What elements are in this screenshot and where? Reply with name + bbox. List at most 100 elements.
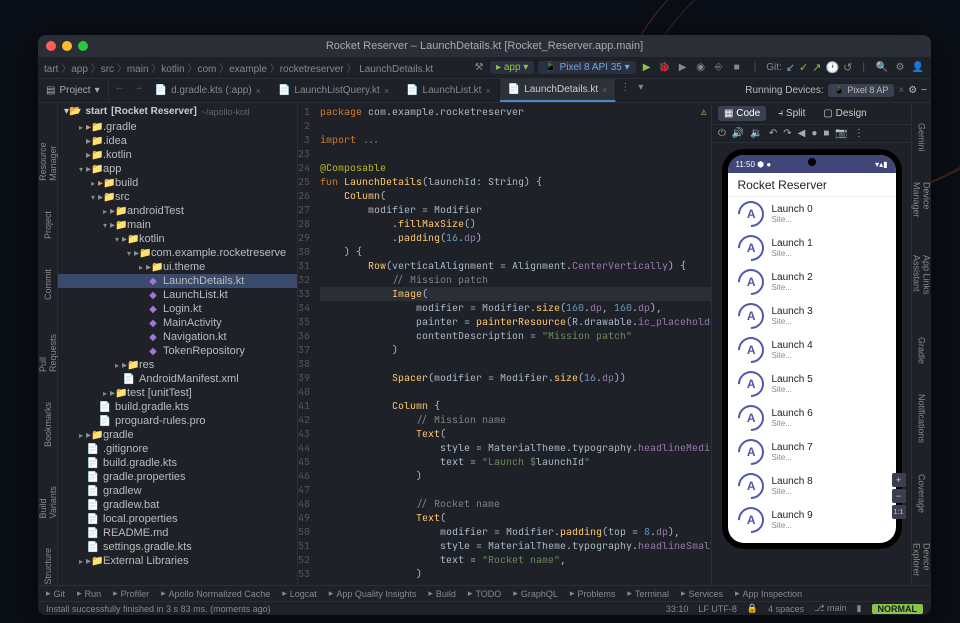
tree-row[interactable]: ▸▸📁.gradle xyxy=(58,120,297,134)
tool-tab[interactable]: App Links Assistant xyxy=(912,255,932,307)
zoom-ratio[interactable]: 1:1 xyxy=(892,505,906,519)
tree-row[interactable]: ▸▸📁androidTest xyxy=(58,204,297,218)
launch-list-item[interactable]: ALaunch 7Site... xyxy=(728,435,896,469)
nav-back-icon[interactable]: ← xyxy=(109,79,131,102)
tree-row[interactable]: ▸▸📁gradle xyxy=(58,428,297,442)
overview-icon[interactable]: ■ xyxy=(823,128,829,139)
device-selector[interactable]: 📱 Pixel 8 API 35 ▾ xyxy=(538,61,635,74)
launch-list-item[interactable]: ALaunch 2Site... xyxy=(728,265,896,299)
minimize-window-icon[interactable] xyxy=(62,41,72,51)
breadcrumb-item[interactable]: LaunchDetails.kt xyxy=(359,64,433,75)
tree-row[interactable]: ▾▸📁main xyxy=(58,218,297,232)
project-root-row[interactable]: ▾📂 start [Rocket Reserver] ~/apollo-kotl xyxy=(58,103,297,120)
screenshot-icon[interactable]: 📷 xyxy=(835,128,847,139)
tree-row[interactable]: ▾▸📁src xyxy=(58,190,297,204)
tree-row[interactable]: 📄gradlew xyxy=(58,484,297,498)
breadcrumb-item[interactable]: example xyxy=(229,64,267,75)
more-icon[interactable]: ⋮ xyxy=(854,128,864,139)
bottom-tool[interactable]: ▸Run xyxy=(77,588,101,599)
close-window-icon[interactable] xyxy=(46,41,56,51)
bottom-tool[interactable]: ▸GraphQL xyxy=(513,588,558,599)
git-branch[interactable]: ⎇ main xyxy=(814,603,846,614)
breadcrumb-item[interactable]: src xyxy=(101,64,114,75)
tree-row[interactable]: ▸▸📁External Libraries xyxy=(58,554,297,568)
lock-icon[interactable]: 🔒 xyxy=(747,603,758,614)
editor-tab[interactable]: 📄LaunchListQuery.kt× xyxy=(270,79,398,102)
tree-row[interactable]: ▾▸📁com.example.rocketreserve xyxy=(58,246,297,260)
bottom-tool[interactable]: ▸Problems xyxy=(570,588,616,599)
breadcrumb-item[interactable]: com xyxy=(197,64,216,75)
hammer-icon[interactable]: ⚒ xyxy=(472,61,486,75)
tool-tab[interactable]: Notifications xyxy=(917,394,927,443)
tree-row[interactable]: 📄local.properties xyxy=(58,512,297,526)
power-icon[interactable]: ⏻ xyxy=(718,128,726,139)
view-code-toggle[interactable]: ▦ Code xyxy=(718,106,766,121)
tree-row[interactable]: ▾▸📁kotlin xyxy=(58,232,297,246)
zoom-in-icon[interactable]: + xyxy=(892,473,906,487)
project-tool-button[interactable]: ▤ Project ▾ xyxy=(38,79,109,102)
zoom-out-icon[interactable]: − xyxy=(892,489,906,503)
close-tab-icon[interactable]: × xyxy=(384,86,389,96)
heap-indicator[interactable]: ▮ xyxy=(857,603,862,614)
tool-tab[interactable]: Project xyxy=(43,211,53,239)
breadcrumb-item[interactable]: app xyxy=(71,64,88,75)
launch-list-item[interactable]: ALaunch 8Site... xyxy=(728,469,896,503)
tree-row[interactable]: ▸📁.kotlin xyxy=(58,148,297,162)
bottom-tool[interactable]: ▸TODO xyxy=(468,588,501,599)
device-settings-icon[interactable]: ⚙ xyxy=(908,85,917,96)
tree-row[interactable]: ▸▸📁res xyxy=(58,358,297,372)
debug-icon[interactable]: 🐞 xyxy=(658,61,672,75)
run-icon[interactable]: ▶ xyxy=(640,61,654,75)
tool-tab[interactable]: Pull Requests xyxy=(38,330,58,372)
profile-icon[interactable]: ◉ xyxy=(694,61,708,75)
volume-up-icon[interactable]: 🔊 xyxy=(732,128,744,139)
tool-tab[interactable]: Gemini xyxy=(917,123,927,152)
tree-row[interactable]: 📄gradle.properties xyxy=(58,470,297,484)
tool-tab[interactable]: Device Explorer xyxy=(912,543,932,585)
tool-tab[interactable]: Bookmarks xyxy=(43,402,53,447)
tool-tab[interactable]: Coverage xyxy=(917,474,927,513)
tree-row[interactable]: ▸▸📁build xyxy=(58,176,297,190)
bottom-tool[interactable]: ▸Logcat xyxy=(282,588,317,599)
launch-list-item[interactable]: ALaunch 3Site... xyxy=(728,299,896,333)
editor-tab[interactable]: 📄LaunchDetails.kt× xyxy=(500,79,617,102)
user-icon[interactable]: 👤 xyxy=(911,61,925,75)
cursor-position[interactable]: 33:10 xyxy=(666,604,689,614)
tree-row[interactable]: ▸▸📁test [unitTest] xyxy=(58,386,297,400)
stop-icon[interactable]: ■ xyxy=(730,61,744,75)
search-icon[interactable]: 🔍 xyxy=(875,61,889,75)
device-close-icon[interactable]: × xyxy=(898,85,904,96)
tree-row[interactable]: ◆LaunchDetails.kt xyxy=(58,274,297,288)
back-icon[interactable]: ◀ xyxy=(798,128,806,139)
settings-icon[interactable]: ⚙ xyxy=(893,61,907,75)
tree-row[interactable]: ◆Login.kt xyxy=(58,302,297,316)
bottom-tool[interactable]: ▸App Quality Insights xyxy=(329,588,417,599)
git-commit-icon[interactable]: ✓ xyxy=(799,61,808,74)
nav-fwd-icon[interactable]: → xyxy=(131,79,147,102)
tool-tab[interactable]: Commit xyxy=(43,269,53,300)
rotate-right-icon[interactable]: ↷ xyxy=(783,128,791,139)
tree-row[interactable]: ◆LaunchList.kt xyxy=(58,288,297,302)
bottom-tool[interactable]: ▸Services xyxy=(681,588,723,599)
coverage-icon[interactable]: ▶ xyxy=(676,61,690,75)
close-tab-icon[interactable]: × xyxy=(602,85,607,95)
bottom-tool[interactable]: ▸Build xyxy=(428,588,456,599)
launch-list-item[interactable]: ALaunch 6Site... xyxy=(728,401,896,435)
tree-row[interactable]: 📄build.gradle.kts xyxy=(58,456,297,470)
bottom-tool[interactable]: ▸Apollo Normalized Cache xyxy=(161,588,270,599)
tree-row[interactable]: 📄.gitignore xyxy=(58,442,297,456)
volume-down-icon[interactable]: 🔉 xyxy=(750,128,762,139)
launch-list-item[interactable]: ALaunch 1Site... xyxy=(728,231,896,265)
tree-row[interactable]: ◆MainActivity xyxy=(58,316,297,330)
tree-row[interactable]: ▸▸📁ui.theme xyxy=(58,260,297,274)
breadcrumb-item[interactable]: kotlin xyxy=(161,64,184,75)
tree-row[interactable]: 📄gradlew.bat xyxy=(58,498,297,512)
running-device-tab[interactable]: 📱 Pixel 8 AP xyxy=(828,84,895,97)
tree-row[interactable]: ◆Navigation.kt xyxy=(58,330,297,344)
maximize-window-icon[interactable] xyxy=(78,41,88,51)
close-tab-icon[interactable]: × xyxy=(485,86,490,96)
breadcrumb-item[interactable]: rocketreserver xyxy=(280,64,344,75)
tool-tab[interactable]: Structure xyxy=(43,548,53,585)
tree-row[interactable]: 📄build.gradle.kts xyxy=(58,400,297,414)
tree-row[interactable]: ▾▸📁app xyxy=(58,162,297,176)
